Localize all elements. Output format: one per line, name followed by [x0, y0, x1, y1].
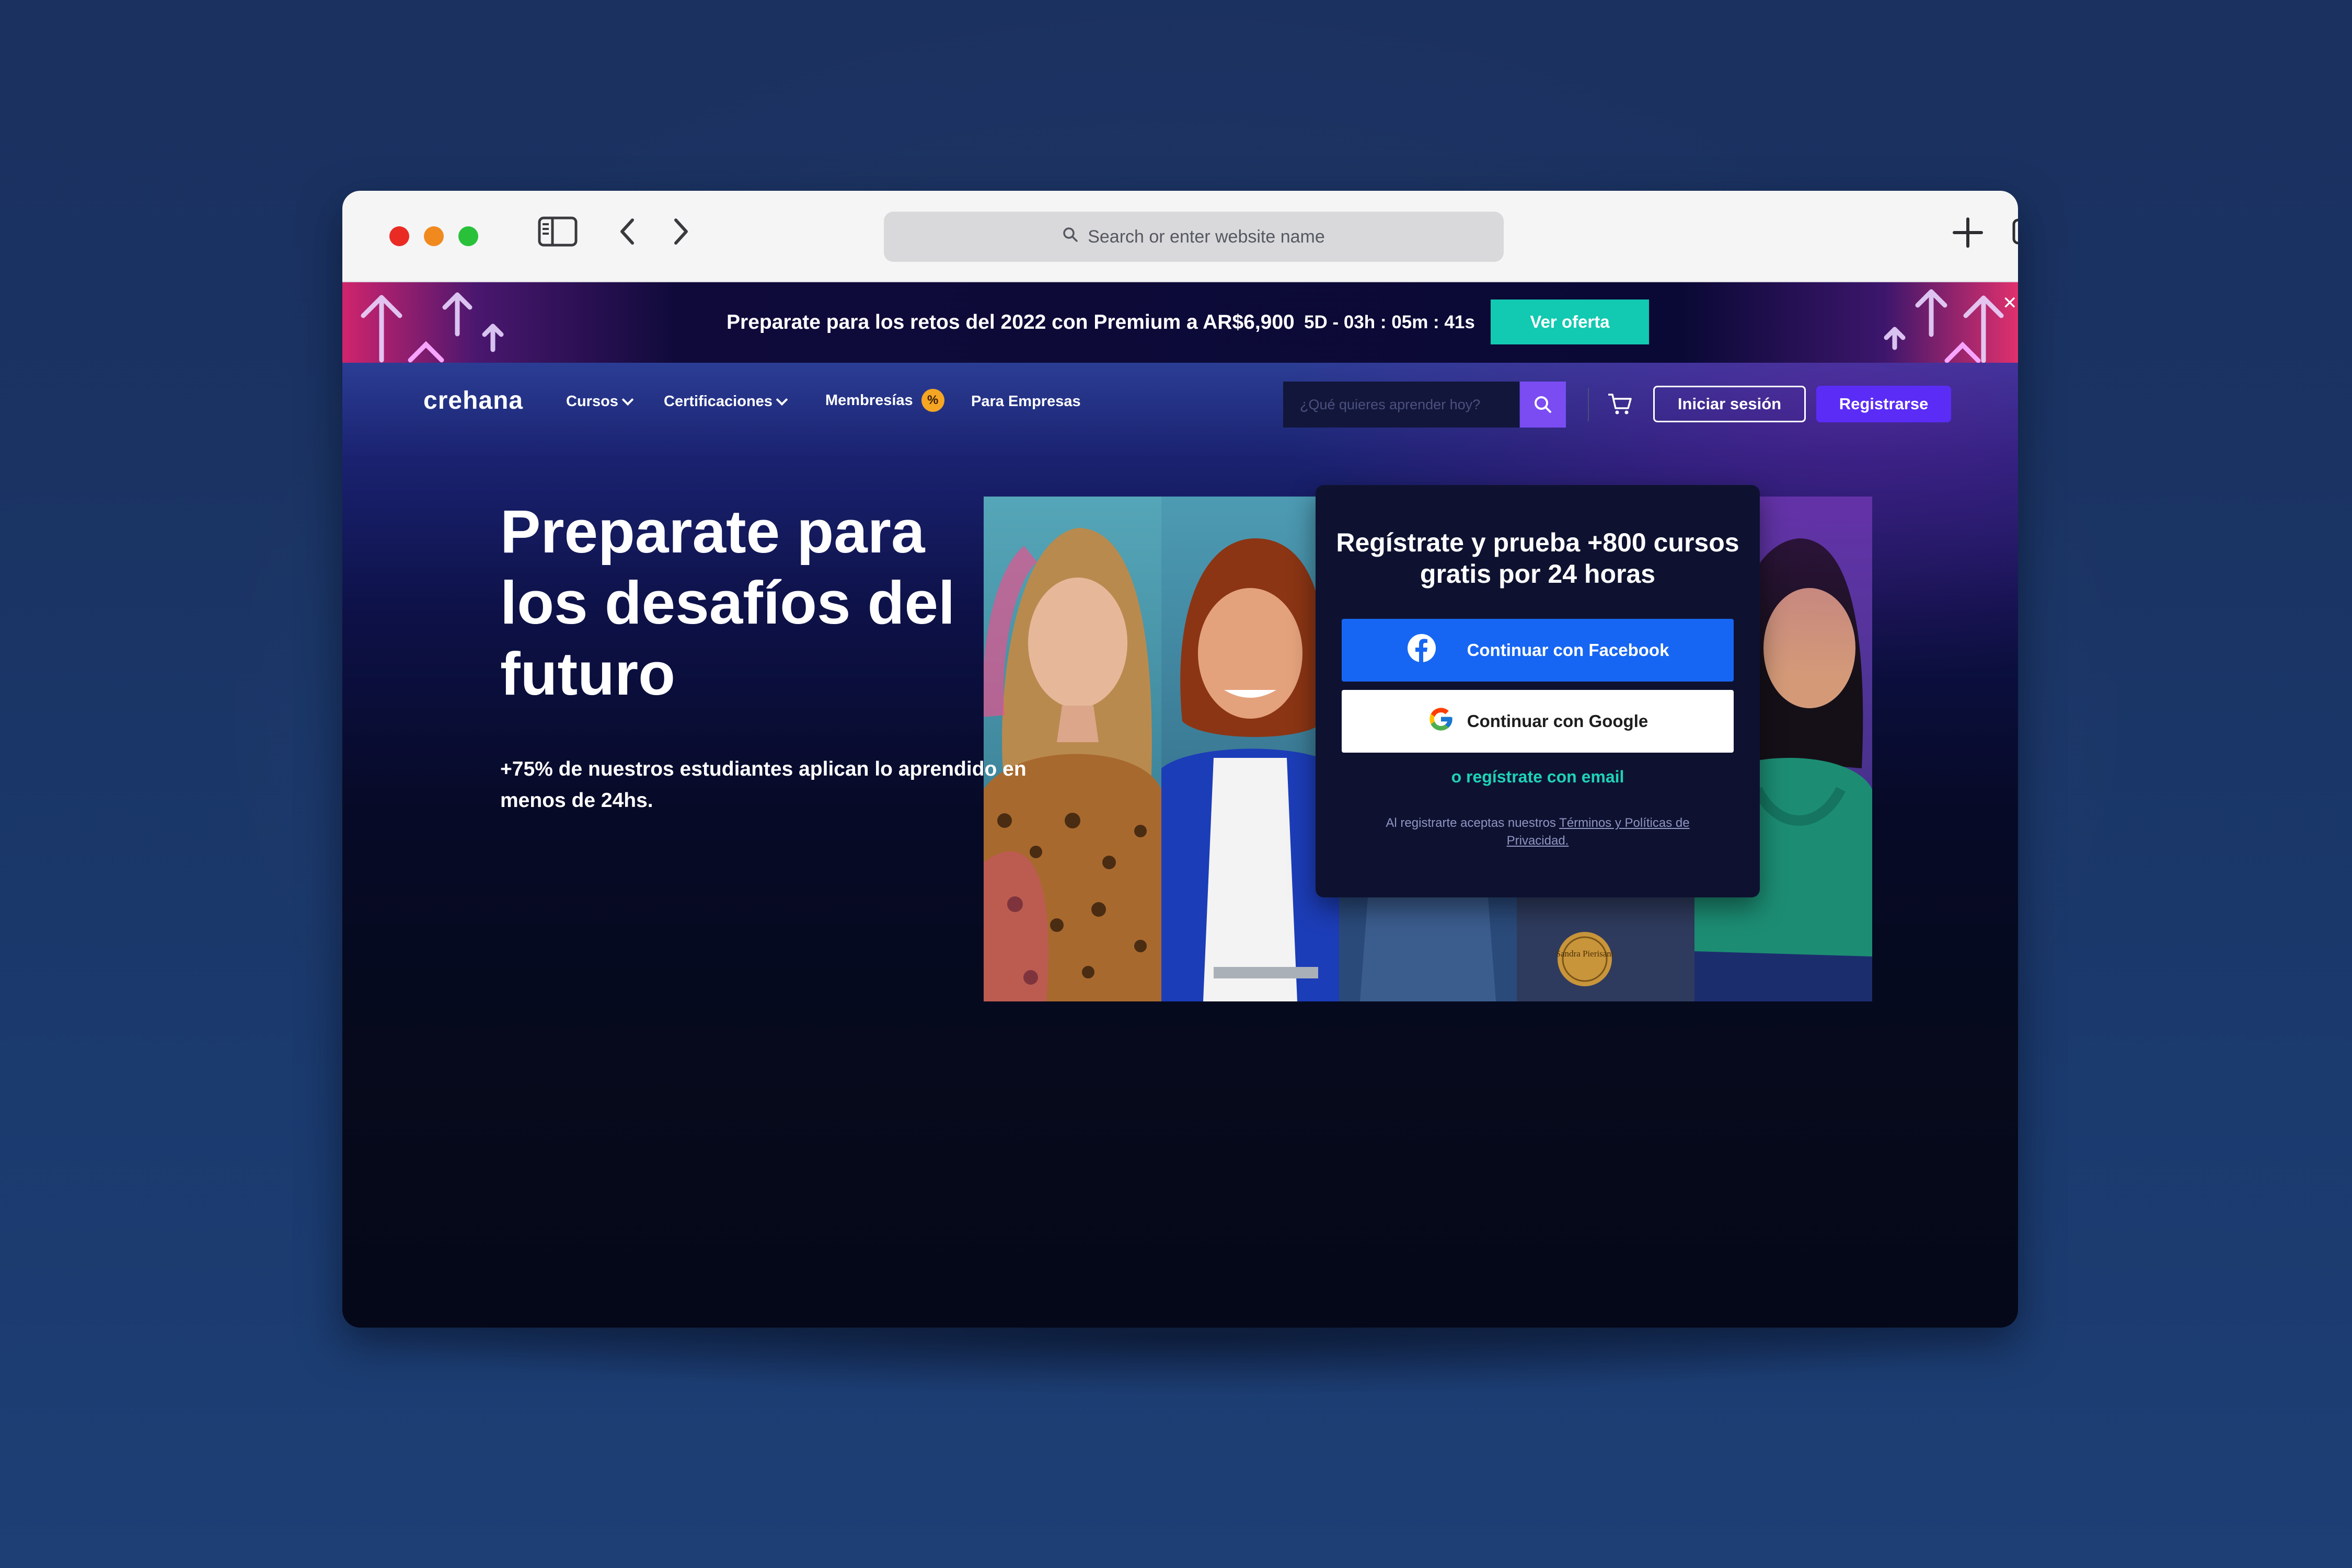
nav-item-label: Cursos	[566, 393, 618, 410]
chevron-down-icon	[776, 393, 788, 406]
signup-card: Regístrate y prueba +800 cursos gratis p…	[1316, 485, 1760, 897]
nav-item-label: Para Empresas	[971, 393, 1081, 410]
hero-subtitle: +75% de nuestros estudiantes aplican lo …	[500, 758, 1027, 812]
signup-card-title: Regístrate y prueba +800 cursos gratis p…	[1336, 528, 1739, 589]
nav-divider	[1588, 388, 1589, 421]
nav-item-membresias[interactable]: Membresías %	[825, 389, 944, 412]
browser-window: Search or enter website name Preparate p…	[342, 191, 2018, 1328]
chevron-down-icon	[621, 393, 634, 406]
legal-prefix: Al registrarte aceptas nuestros	[1386, 816, 1556, 830]
discount-badge: %	[921, 389, 944, 412]
login-button[interactable]: Iniciar sesión	[1653, 386, 1806, 422]
promo-banner: Preparate para los retos del 2022 con Pr…	[342, 282, 2018, 363]
search-icon	[1063, 227, 1078, 247]
signup-button[interactable]: Registrarse	[1816, 386, 1951, 422]
cart-icon[interactable]	[1607, 393, 1632, 418]
close-window-button[interactable]	[389, 226, 409, 246]
new-tab-icon[interactable]	[1951, 216, 1985, 249]
promo-countdown: 5D - 03h : 05m : 41s	[1304, 312, 1475, 332]
facebook-icon	[1406, 633, 1437, 667]
continue-with-google-button[interactable]: Continuar con Google	[1342, 690, 1734, 753]
minimize-window-button[interactable]	[424, 226, 444, 246]
nav-item-label: Membresías	[825, 391, 913, 409]
search-icon	[1535, 396, 1551, 413]
browser-toolbar: Search or enter website name	[342, 191, 2018, 282]
site-navbar: crehana Cursos Certificaciones Membresía…	[342, 363, 2018, 441]
legal-notice: Al registrarte aceptas nuestros Términos…	[1363, 814, 1713, 850]
forward-icon[interactable]	[671, 216, 691, 247]
instructor-photo-2	[1161, 497, 1339, 1001]
decorative-arrows-right-icon	[1884, 289, 2004, 363]
course-search-input[interactable]	[1283, 382, 1519, 428]
register-with-email-link[interactable]: o regístrate con email	[1316, 767, 1760, 787]
continue-with-facebook-button[interactable]: Continuar con Facebook	[1342, 619, 1734, 682]
maximize-window-button[interactable]	[458, 226, 478, 246]
sandra-badge-text: Sandra Pierisani	[1556, 949, 1614, 959]
nav-item-para-empresas[interactable]: Para Empresas	[971, 393, 1081, 410]
nav-item-cursos[interactable]: Cursos	[566, 393, 634, 410]
facebook-button-label: Continuar con Facebook	[1467, 640, 1669, 660]
crehana-logo[interactable]: crehana	[423, 386, 523, 415]
google-icon	[1427, 706, 1455, 737]
site-page: crehana Cursos Certificaciones Membresía…	[342, 363, 2018, 1328]
google-button-label: Continuar con Google	[1467, 711, 1648, 731]
decorative-arrows-left-icon	[361, 292, 504, 363]
address-placeholder: Search or enter website name	[1088, 226, 1325, 247]
promo-text: Preparate para los retos del 2022 con Pr…	[727, 311, 1295, 333]
instructor-photo-1	[984, 497, 1161, 1001]
hero-title: Preparate para los desafíos del futuro	[500, 498, 955, 708]
address-bar[interactable]: Search or enter website name	[884, 212, 1504, 262]
back-icon[interactable]	[617, 216, 638, 247]
close-icon[interactable]: ✕	[2002, 293, 2017, 314]
promo-cta-button[interactable]: Ver oferta	[1491, 299, 1649, 344]
nav-item-label: Certificaciones	[664, 393, 773, 410]
sidebar-icon[interactable]	[538, 216, 578, 247]
tabs-overview-icon[interactable]	[2012, 218, 2018, 251]
nav-item-certificaciones[interactable]: Certificaciones	[664, 393, 788, 410]
search-button[interactable]	[1520, 382, 1566, 428]
